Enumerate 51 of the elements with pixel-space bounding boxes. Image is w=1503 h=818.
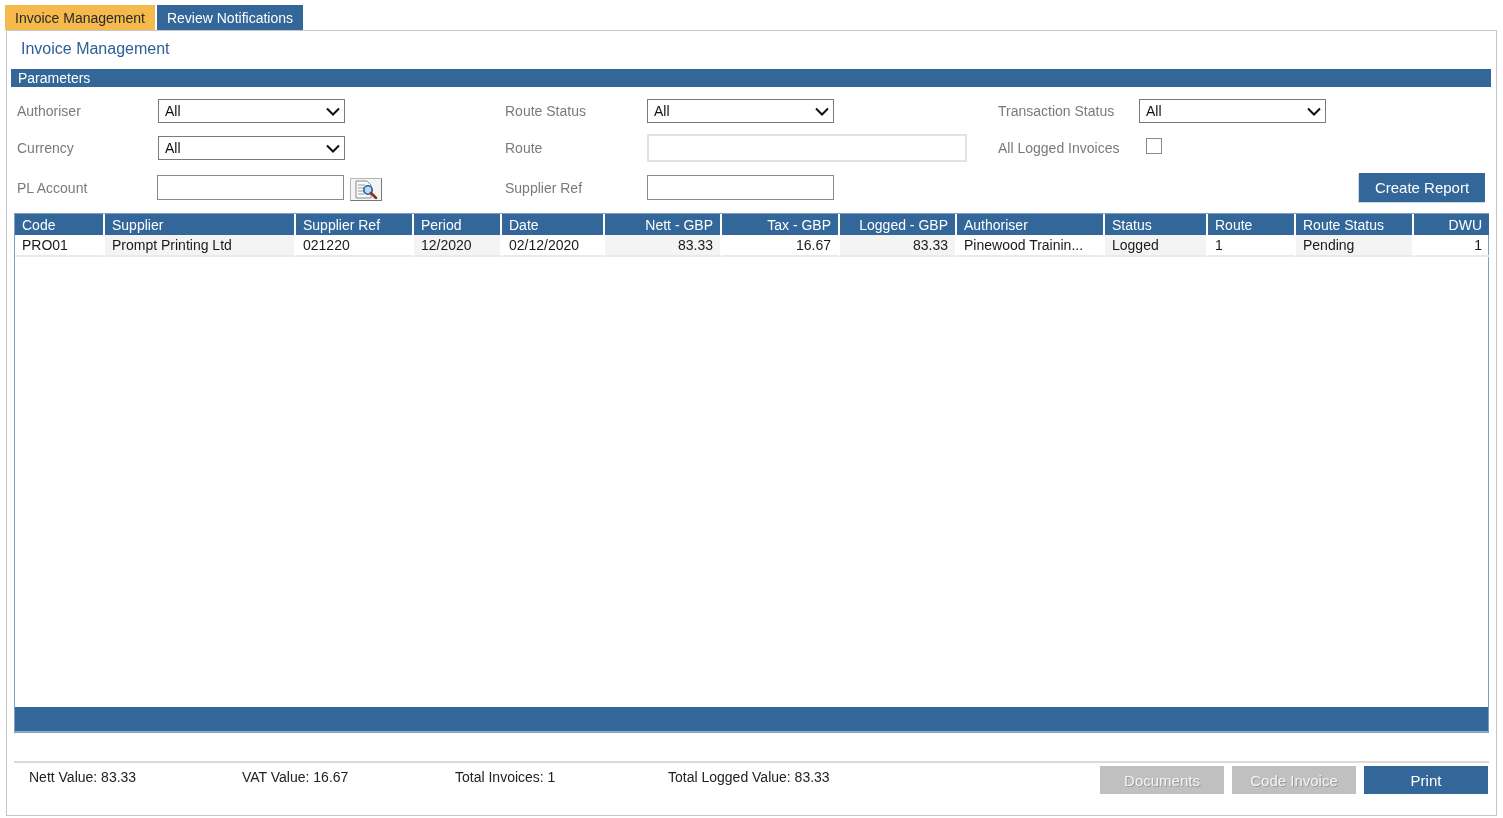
summary-text: Total Logged Value: 83.33 (668, 768, 830, 787)
column-header[interactable]: Period (414, 214, 502, 235)
dropdown[interactable]: All (647, 99, 834, 123)
column-header[interactable]: DWU (1414, 214, 1489, 235)
column-header[interactable]: Supplier (105, 214, 296, 235)
checkbox[interactable] (1146, 138, 1162, 154)
text-field[interactable] (647, 175, 834, 200)
section-header: Parameters (11, 69, 1491, 87)
dropdown[interactable]: All (158, 136, 345, 160)
table-cell: 1 (1414, 235, 1489, 257)
table-cell: Pending (1296, 235, 1414, 257)
field-label: All Logged Invoices (998, 140, 1120, 156)
column-header[interactable]: Route Status (1296, 214, 1414, 235)
lookup-button[interactable] (350, 178, 382, 201)
field-label: PL Account (17, 179, 88, 196)
create-report-button[interactable]: Create Report (1359, 173, 1485, 202)
column-header[interactable]: Status (1105, 214, 1208, 235)
table-cell: Prompt Printing Ltd (105, 235, 296, 257)
column-header[interactable]: Route (1208, 214, 1296, 235)
action-button[interactable]: Print (1364, 766, 1488, 794)
document-search-icon (354, 180, 378, 199)
chevron-down-icon (1307, 106, 1321, 116)
tab[interactable]: Review Notifications (156, 5, 304, 30)
summary-text: Nett Value: 83.33 (29, 768, 138, 787)
field-label: Supplier Ref (505, 179, 583, 196)
table-cell: 83.33 (605, 235, 722, 257)
column-header[interactable]: Nett - GBP (605, 214, 722, 235)
chevron-down-icon (326, 143, 340, 153)
field-label: Route Status (505, 103, 586, 119)
column-header[interactable]: Tax - GBP (722, 214, 840, 235)
column-header[interactable]: Supplier Ref (296, 214, 414, 235)
field-label: Currency (17, 140, 74, 156)
tab[interactable]: Invoice Management (5, 5, 155, 30)
table-cell: Logged (1105, 235, 1208, 257)
field-label: Transaction Status (998, 103, 1115, 119)
chevron-down-icon (326, 106, 340, 116)
dropdown[interactable]: All (158, 99, 345, 123)
dropdown[interactable]: All (1139, 99, 1326, 123)
table-cell: 83.33 (840, 235, 957, 257)
column-header[interactable]: Authoriser (957, 214, 1105, 235)
field-label: Authoriser (17, 103, 81, 119)
summary-text: VAT Value: 16.67 (242, 768, 350, 787)
column-header[interactable]: Date (502, 214, 605, 235)
column-header[interactable]: Logged - GBP (840, 214, 957, 235)
page-title: Invoice Management (20, 39, 170, 59)
field-label: Route (505, 140, 543, 156)
summary-text: Total Invoices: 1 (455, 768, 557, 787)
text-field[interactable] (157, 175, 344, 200)
chevron-down-icon (815, 106, 829, 116)
column-header[interactable]: Code (15, 214, 105, 235)
table-cell: 12/2020 (414, 235, 502, 257)
